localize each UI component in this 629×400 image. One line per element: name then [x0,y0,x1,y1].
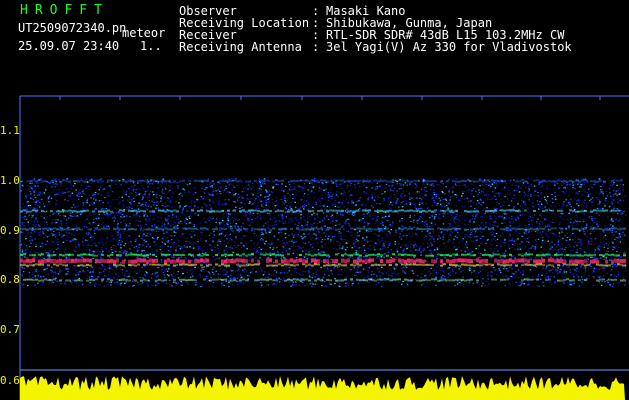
y-tick: 0.8 [0,273,20,286]
antenna-label: Receiving Antenna [179,40,302,54]
y-tick: 1.0 [0,174,20,187]
y-tick: 0.9 [0,224,20,237]
date-time: 25.09.07 23:40 [18,39,120,53]
spectrogram-plot [0,68,629,400]
meteor-label: meteor [122,26,166,40]
y-tick: 1.1 [0,124,20,137]
antenna-value: 3el Yagi(V) Az 330 for Vladivostok [326,40,572,54]
brand-title: HROFFT [20,3,109,18]
file-name: UT2509072340.pn [18,21,127,35]
y-tick: 0.6 [0,374,20,387]
y-tick: 0.7 [0,323,20,336]
antenna-colon: : [312,40,320,54]
ellipsis-marker: 1.. [140,39,162,53]
